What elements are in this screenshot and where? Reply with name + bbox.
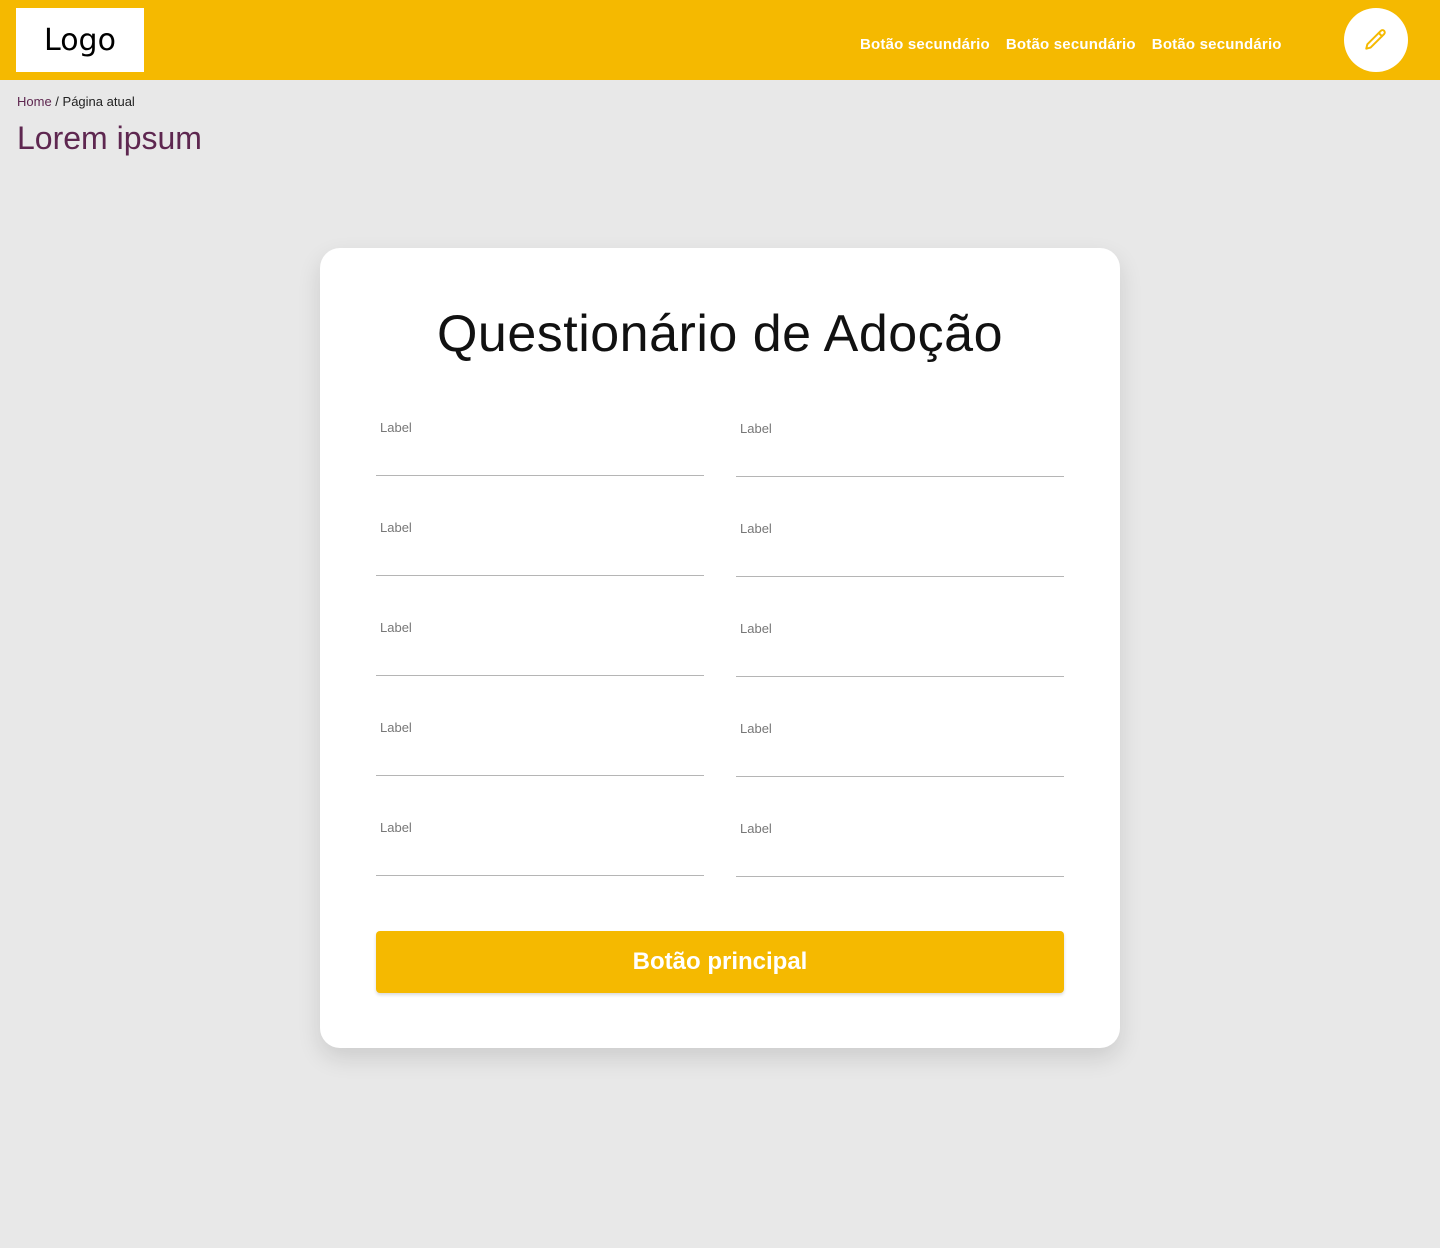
form-field-2[interactable]: Label [736,417,1064,477]
logo[interactable]: Logo [16,8,144,72]
field-label: Label [740,621,772,636]
field-label: Label [380,520,412,535]
nav-secondary-button-2[interactable]: Botão secundário [1006,36,1136,53]
breadcrumb: Home / Página atual [17,94,135,109]
breadcrumb-home-link[interactable]: Home [17,94,52,109]
page-title: Lorem ipsum [17,120,202,156]
field-label: Label [740,821,772,836]
form-field-5[interactable]: Label [376,616,704,676]
field-label: Label [740,421,772,436]
form-field-6[interactable]: Label [736,617,1064,677]
pencil-icon [1365,29,1386,50]
field-label: Label [380,820,412,835]
form-field-4[interactable]: Label [736,517,1064,577]
field-label: Label [380,420,412,435]
edit-button[interactable] [1344,8,1408,72]
field-label: Label [380,720,412,735]
form-field-9[interactable]: Label [376,816,704,876]
breadcrumb-current: Página atual [62,94,135,109]
form-field-8[interactable]: Label [736,717,1064,777]
form-field-7[interactable]: Label [376,716,704,776]
submit-button[interactable]: Botão principal [376,931,1064,993]
form-title: Questionário de Adoção [436,305,1004,363]
nav-secondary-button-1[interactable]: Botão secundário [860,36,990,53]
form-field-1[interactable]: Label [376,416,704,476]
nav-secondary-button-3[interactable]: Botão secundário [1152,36,1282,53]
field-label: Label [740,521,772,536]
top-header: Logo Botão secundário Botão secundário B… [0,0,1440,80]
form-field-3[interactable]: Label [376,516,704,576]
field-label: Label [380,620,412,635]
form-field-10[interactable]: Label [736,817,1064,877]
header-nav: Botão secundário Botão secundário Botão … [860,36,1282,53]
breadcrumb-separator: / [51,94,63,109]
field-label: Label [740,721,772,736]
